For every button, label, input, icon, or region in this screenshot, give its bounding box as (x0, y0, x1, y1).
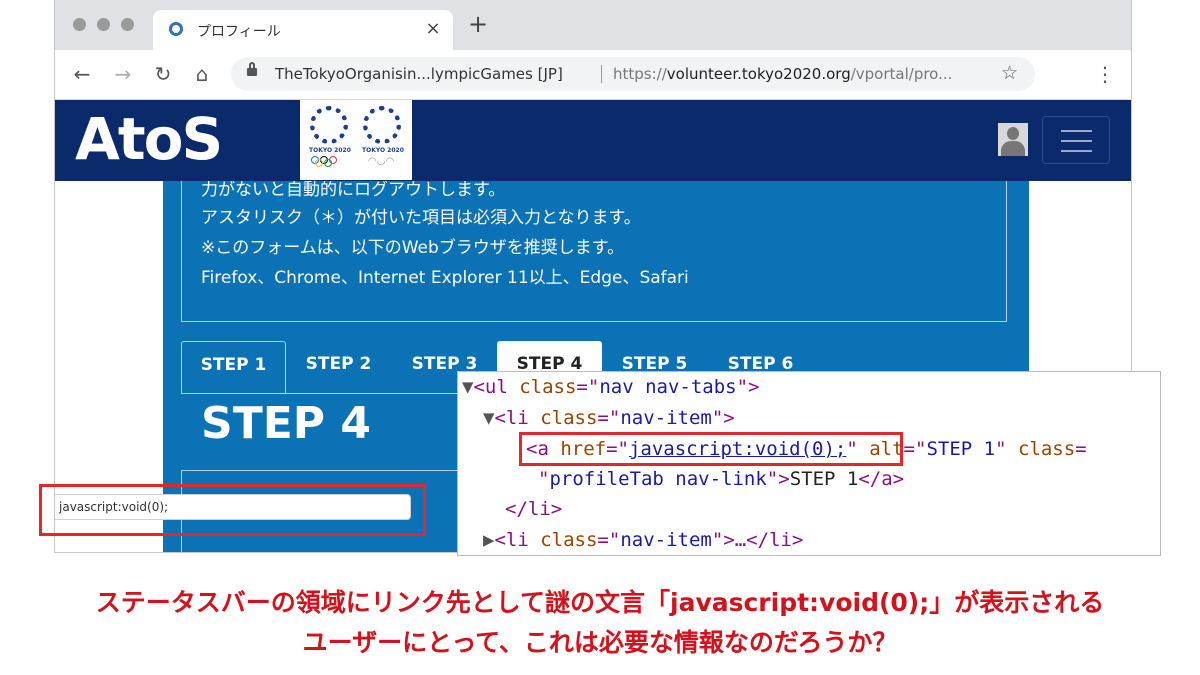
status-bar-highlight (39, 484, 426, 536)
lock-icon[interactable] (247, 62, 257, 76)
browser-toolbar: ← → ↻ ⌂ TheTokyoOrganisin...lympicGames … (55, 50, 1131, 100)
tab-strip: プロフィール × + (55, 0, 1131, 50)
avatar[interactable] (998, 123, 1028, 156)
notice-line-3: ※このフォームは、以下のWebブラウザを推奨します。 (201, 238, 625, 258)
new-tab-button[interactable]: + (468, 12, 488, 36)
window-minimize-dot[interactable] (97, 18, 110, 31)
tab-step-2[interactable]: STEP 2 (286, 341, 391, 393)
home-icon[interactable]: ⌂ (189, 62, 215, 86)
back-arrow-icon[interactable]: ← (69, 62, 95, 86)
paralympic-emblem-icon (363, 106, 401, 144)
tab-title: プロフィール (197, 24, 281, 40)
site-header: AtoS TOKYO 2020 TOKYO 2020 ◠◡◠ (55, 100, 1131, 181)
notice-line-1: 力がないと自動的にログアウトします。 (201, 181, 506, 200)
caption-line-2: ユーザーにとって、これは必要な情報なのだろうか？ (302, 628, 898, 657)
olympic-rings-icon (311, 156, 347, 167)
site-identity[interactable]: TheTokyoOrganisin...lympicGames [JP] (275, 65, 563, 83)
address-bar[interactable]: TheTokyoOrganisin...lympicGames [JP] htt… (231, 57, 1035, 91)
address-separator (601, 65, 602, 83)
notice-line-4: Firefox、Chrome、Internet Explorer 11以上、Ed… (201, 268, 689, 288)
dom-line-li-collapsed[interactable]: ▶<li class="nav-item">…</li> (483, 529, 803, 551)
tab-step-1[interactable]: STEP 1 (181, 341, 286, 394)
url-text[interactable]: https://volunteer.tokyo2020.org/vportal/… (613, 65, 952, 83)
atos-logo[interactable]: AtoS (75, 106, 223, 172)
agitos-icon: ◠◡◠ (368, 156, 395, 167)
forward-arrow-icon[interactable]: → (110, 62, 136, 86)
tokyo2020-emblems: TOKYO 2020 TOKYO 2020 ◠◡◠ (300, 100, 412, 180)
dom-line-anchor-cont[interactable]: "profileTab nav-link">STEP 1</a> (538, 468, 904, 490)
kebab-menu-icon[interactable]: ⋮ (1095, 60, 1115, 88)
dom-line-li[interactable]: ▼<li class="nav-item"> (483, 407, 735, 429)
notice-line-2: アスタリスク（＊）が付いた項目は必須入力となります。 (201, 208, 641, 228)
star-icon[interactable]: ☆ (1001, 62, 1018, 84)
tab-profile[interactable]: プロフィール × (153, 10, 453, 50)
window-zoom-dot[interactable] (121, 18, 134, 31)
close-icon[interactable]: × (423, 18, 443, 39)
dom-line-ul[interactable]: ▼<ul class="nav nav-tabs"> (462, 376, 759, 398)
step-heading: STEP 4 (201, 398, 371, 449)
dom-line-li-close[interactable]: </li> (505, 498, 562, 520)
favicon-icon (169, 22, 183, 36)
window-close-dot[interactable] (73, 18, 86, 31)
paralympic-emblem-label: TOKYO 2020 (362, 147, 404, 154)
reload-icon[interactable]: ↻ (150, 62, 176, 86)
caption-line-1: ステータスバーの領域にリンク先として謎の文言「javascript:void(0… (95, 588, 1105, 617)
hamburger-menu-button[interactable] (1042, 116, 1110, 164)
olympic-emblem-icon (310, 106, 348, 144)
href-highlight (519, 432, 903, 466)
olympic-emblem-label: TOKYO 2020 (309, 147, 351, 154)
